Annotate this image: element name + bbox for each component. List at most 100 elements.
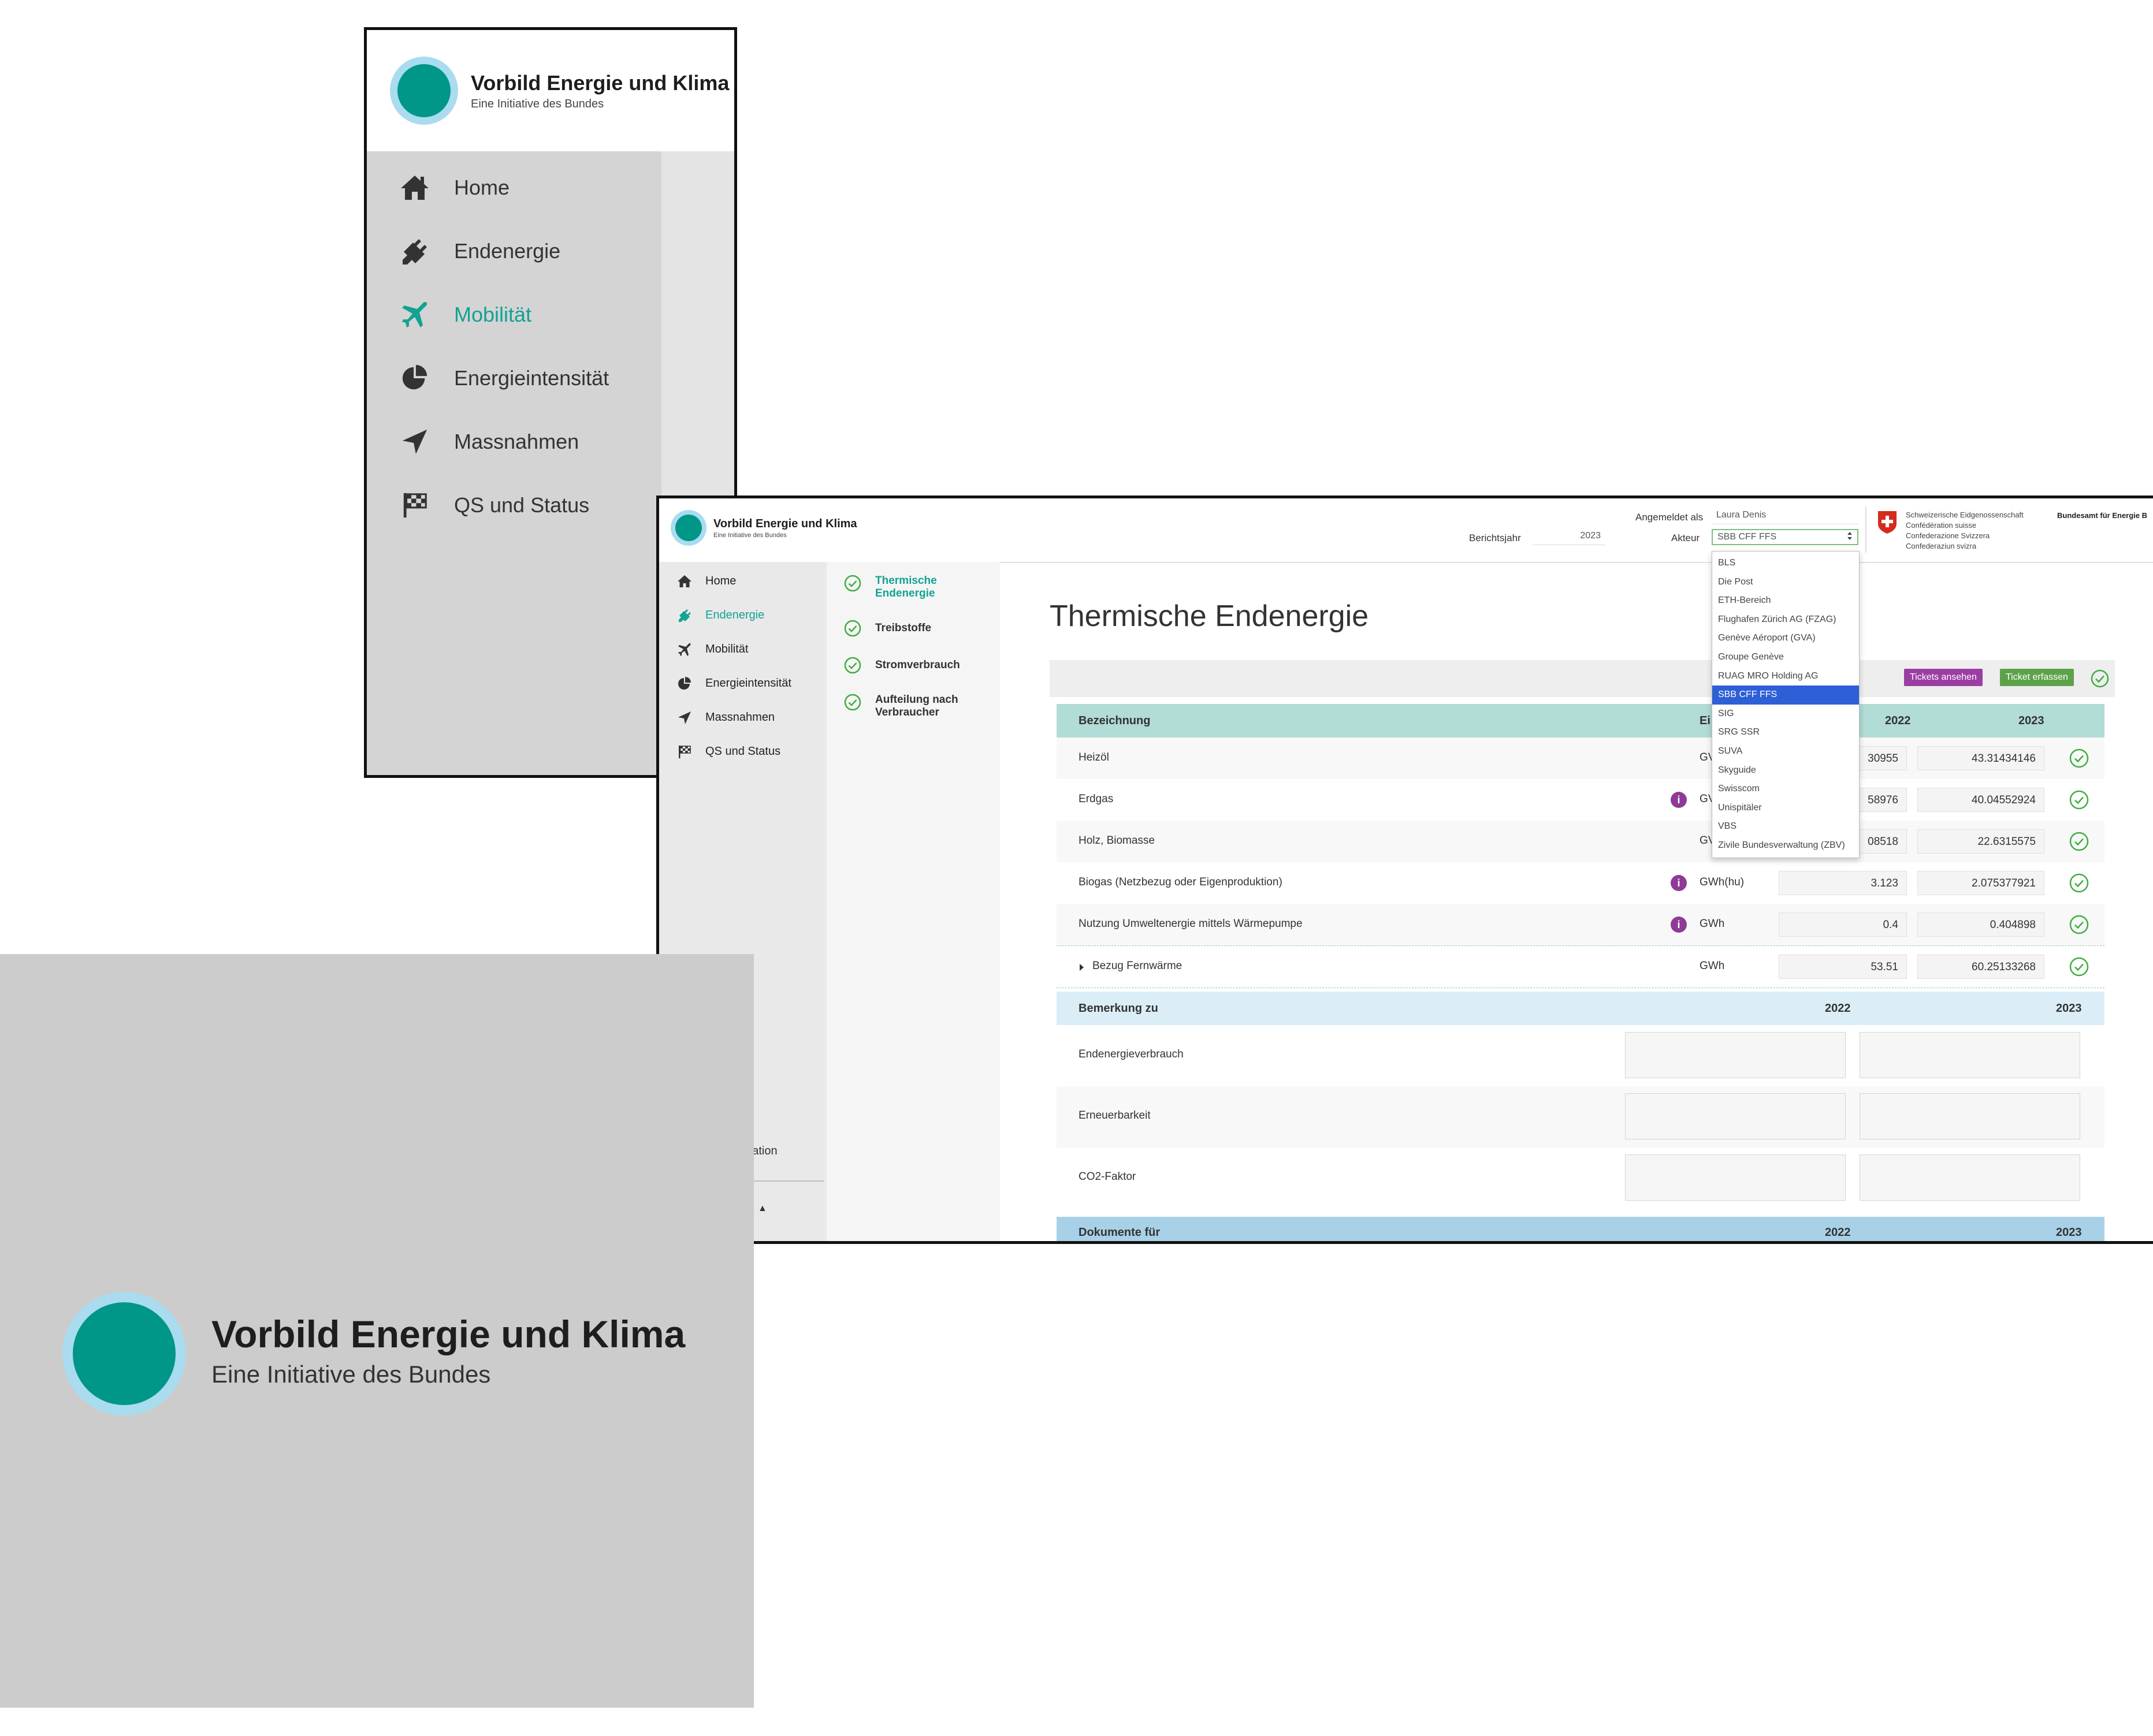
table-header: Bezeichnung Ei 2022 2023	[1057, 704, 2104, 737]
zoom-nav-item-endenergie[interactable]: Endenergie	[367, 219, 661, 283]
actor-select[interactable]: SBB CFF FFS	[1712, 529, 1858, 545]
sub-nav-item-aufteilung[interactable]: Aufteilung nach Verbraucher	[844, 694, 991, 719]
energy-table: Bezeichnung Ei 2022 2023 Heizöl GV 30955…	[1057, 704, 2104, 1241]
value-2023-field[interactable]: 60.25133268	[1917, 955, 2044, 979]
info-icon[interactable]: i	[1671, 917, 1687, 933]
actor-option[interactable]: Genève Aéroport (GVA)	[1712, 629, 1859, 648]
actor-option[interactable]: Flughafen Zürich AG (FZAG)	[1712, 610, 1859, 629]
side-nav-item-mobilitaet[interactable]: Mobilität	[659, 632, 827, 666]
value-2022-field[interactable]: 53.51	[1779, 955, 1907, 979]
actor-option[interactable]: Unispitäler	[1712, 799, 1859, 818]
actor-option[interactable]: Die Post	[1712, 573, 1859, 592]
check-circle-icon	[2069, 832, 2089, 851]
value-2022-field[interactable]: 3.123	[1779, 871, 1907, 895]
zoom-header: Vorbild Energie und Klima Eine Initiativ…	[367, 30, 734, 151]
actor-option[interactable]: Zivile Bundesverwaltung (ZBV)	[1712, 836, 1859, 855]
check-circle-icon	[2069, 790, 2089, 810]
table-row: Nutzung Umweltenergie mittels Wärmepumpe…	[1057, 904, 2104, 945]
check-circle-icon	[2091, 669, 2109, 688]
documents-col-2023: 2023	[2056, 1226, 2082, 1239]
row-unit: GWh(hu)	[1700, 876, 1745, 888]
row-name: Heizöl	[1079, 751, 1109, 763]
zoom-nav-item-massnahmen[interactable]: Massnahmen	[367, 410, 661, 474]
actor-option[interactable]: Swisscom	[1712, 780, 1859, 799]
table-row-expandable[interactable]: Bezug Fernwärme GWh 53.51 60.25133268	[1057, 945, 2104, 988]
col-header-2022: 2022	[1885, 714, 1911, 727]
remarks-col-2023: 2023	[2056, 1002, 2082, 1015]
remark-label: Erneuerbarkeit	[1079, 1109, 1151, 1122]
remark-2023-textarea[interactable]	[1860, 1154, 2080, 1201]
zoom-nav-item-energieintensitaet[interactable]: Energieintensität	[367, 347, 661, 410]
table-row: Biogas (Netzbezug oder Eigenproduktion) …	[1057, 862, 2104, 904]
row-name: Holz, Biomasse	[1079, 835, 1155, 847]
remarks-col-2022: 2022	[1825, 1002, 1851, 1015]
col-header-unit: Ei	[1700, 714, 1710, 727]
sub-nav-label: Aufteilung nach Verbraucher	[875, 694, 958, 718]
info-icon[interactable]: i	[1671, 875, 1687, 891]
row-unit: GWh	[1700, 960, 1725, 972]
value-2023-field[interactable]: 40.04552924	[1917, 788, 2044, 812]
actor-option[interactable]: RUAG MRO Holding AG	[1712, 667, 1859, 686]
flag-checkered-icon	[399, 489, 431, 521]
zoom-nav-item-qs-status[interactable]: QS und Status	[367, 474, 661, 537]
logo-circle-icon	[390, 57, 458, 125]
side-nav-item-massnahmen[interactable]: Massnahmen	[659, 701, 827, 735]
remark-2023-textarea[interactable]	[1860, 1093, 2080, 1139]
plug-icon	[676, 608, 693, 624]
sub-nav-item-treibstoffe[interactable]: Treibstoffe	[844, 620, 991, 637]
actor-option[interactable]: SUVA	[1712, 742, 1859, 761]
side-nav-item-energieintensitaet[interactable]: Energieintensität	[659, 666, 827, 701]
view-tickets-button[interactable]: Tickets ansehen	[1904, 669, 1983, 686]
check-circle-icon	[2069, 915, 2089, 934]
side-nav-item-home[interactable]: Home	[659, 564, 827, 598]
caret-up-icon[interactable]: ▲	[758, 1204, 767, 1214]
zoom-nav-item-home[interactable]: Home	[367, 156, 661, 219]
sub-nav-item-stromverbrauch[interactable]: Stromverbrauch	[844, 657, 991, 674]
sub-nav-item-thermische[interactable]: Thermische Endenergie	[844, 575, 991, 600]
check-circle-icon	[844, 575, 861, 592]
brand-title: Vorbild Energie und Klima	[713, 517, 857, 530]
actor-select-value: SBB CFF FFS	[1717, 532, 1777, 542]
table-row: Heizöl GV 30955 43.31434146	[1057, 737, 2104, 779]
side-nav-item-endenergie[interactable]: Endenergie	[659, 598, 827, 632]
caret-right-icon	[1079, 962, 1084, 975]
create-ticket-button[interactable]: Ticket erfassen	[2000, 669, 2074, 686]
actor-option-selected[interactable]: SBB CFF FFS	[1712, 686, 1859, 705]
col-header-name: Bezeichnung	[1079, 714, 1151, 727]
value-2023-field[interactable]: 43.31434146	[1917, 746, 2044, 770]
check-circle-icon	[2069, 748, 2089, 768]
actor-option[interactable]: VBS	[1712, 817, 1859, 836]
remark-2022-textarea[interactable]	[1625, 1154, 1846, 1201]
zoom-nav-label: Mobilität	[454, 303, 532, 326]
remark-2023-textarea[interactable]	[1860, 1032, 2080, 1078]
remark-2022-textarea[interactable]	[1625, 1032, 1846, 1078]
side-nav-item-qs-status[interactable]: QS und Status	[659, 735, 827, 769]
value-2023-field[interactable]: 0.404898	[1917, 912, 2044, 937]
actor-option[interactable]: SRG SSR	[1712, 723, 1859, 742]
brand-logo[interactable]: Vorbild Energie und Klima Eine Initiativ…	[390, 30, 734, 151]
remark-2022-textarea[interactable]	[1625, 1093, 1846, 1139]
actor-label: Akteur	[1671, 532, 1700, 543]
user-name: Laura Denis	[1712, 508, 1858, 524]
value-2023-field[interactable]: 2.075377921	[1917, 871, 2044, 895]
actor-option[interactable]: SIG	[1712, 705, 1859, 724]
zoom-nav-label: Energieintensität	[454, 366, 609, 390]
confed-line: Confederaziun svizra	[1906, 542, 1977, 550]
info-icon[interactable]: i	[1671, 792, 1687, 808]
actor-option[interactable]: Groupe Genève	[1712, 648, 1859, 667]
check-circle-icon	[844, 620, 861, 637]
actor-option[interactable]: BLS	[1712, 554, 1859, 573]
actor-option[interactable]: ETH-Bereich	[1712, 591, 1859, 610]
page-title: Thermische Endenergie	[1050, 599, 1369, 633]
remarks-header: Bemerkung zu 2022 2023	[1057, 992, 2104, 1025]
remark-row: Endenergieverbrauch	[1057, 1025, 2104, 1086]
value-2022-field[interactable]: 0.4	[1779, 912, 1907, 937]
zoom-nav-item-mobilitaet[interactable]: Mobilität	[367, 283, 661, 347]
value-2023-field[interactable]: 22.6315575	[1917, 829, 2044, 854]
brand-logo[interactable]: Vorbild Energie und Klima Eine Initiativ…	[671, 510, 857, 546]
actor-option[interactable]: Skyguide	[1712, 761, 1859, 780]
confed-line: Schweizerische Eidgenossenschaft	[1906, 511, 2024, 519]
row-name: Bezug Fernwärme	[1092, 960, 1183, 972]
zoom-nav-label: Endenergie	[454, 239, 561, 263]
year-field[interactable]: 2023	[1533, 529, 1605, 545]
